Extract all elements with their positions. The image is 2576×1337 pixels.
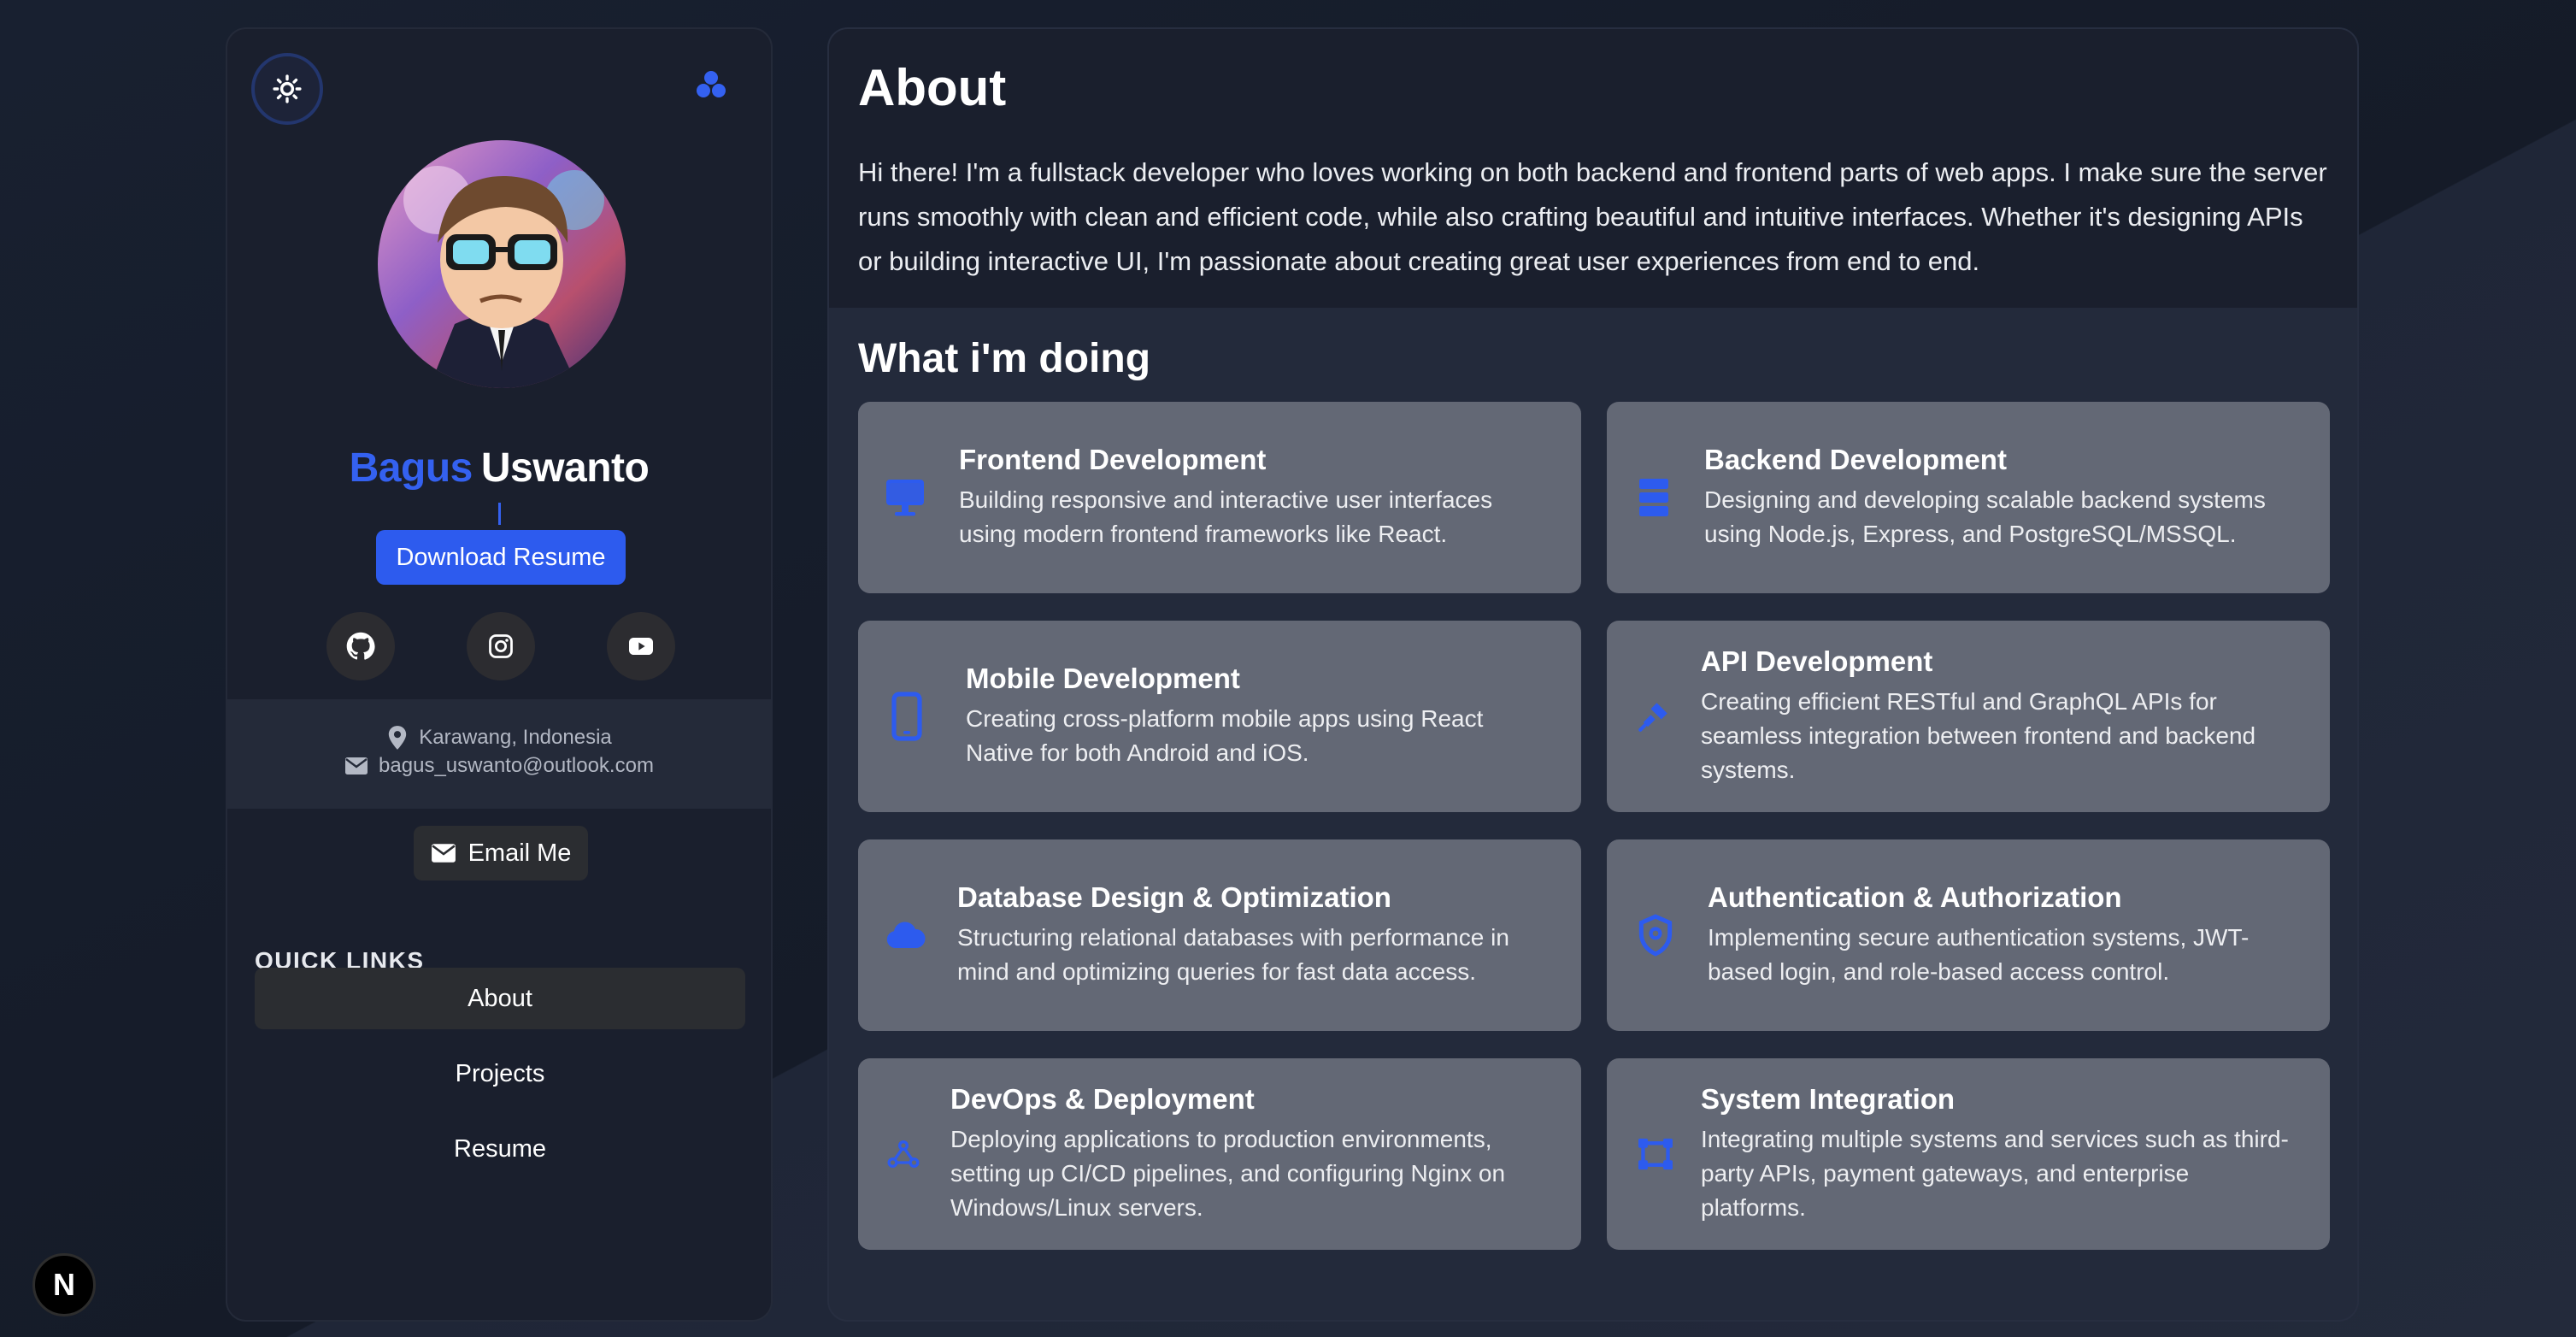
nav-item-about[interactable]: About bbox=[255, 968, 745, 1029]
page-title: About bbox=[858, 59, 1007, 116]
main-content: About Hi there! I'm a fullstack develope… bbox=[827, 27, 2359, 1322]
card-title: Backend Development bbox=[1704, 444, 2007, 475]
youtube-icon bbox=[629, 638, 653, 655]
service-card: DevOps & Deployment Deploying applicatio… bbox=[858, 1058, 1581, 1250]
card-description: Designing and developing scalable backen… bbox=[1704, 486, 2266, 547]
github-link[interactable] bbox=[326, 612, 395, 680]
card-title: Frontend Development bbox=[959, 444, 1267, 475]
card-title: API Development bbox=[1701, 645, 1933, 677]
service-card: Frontend Development Building responsive… bbox=[858, 402, 1581, 593]
download-resume-button[interactable]: Download Resume bbox=[376, 530, 626, 585]
theme-toggle-button[interactable] bbox=[251, 53, 323, 125]
shield-icon bbox=[1634, 914, 1677, 957]
email-row: bagus_uswanto@outlook.com bbox=[227, 754, 771, 778]
plug-icon bbox=[1632, 695, 1675, 738]
card-title: Authentication & Authorization bbox=[1708, 881, 2122, 913]
profile-name: Bagus Uswanto bbox=[227, 445, 771, 492]
nextjs-dev-badge[interactable]: N bbox=[32, 1253, 96, 1316]
social-links bbox=[326, 612, 677, 680]
card-title: DevOps & Deployment bbox=[950, 1083, 1255, 1115]
brand-logo-icon[interactable] bbox=[696, 70, 726, 99]
cloud-icon bbox=[884, 914, 926, 957]
instagram-link[interactable] bbox=[467, 612, 535, 680]
about-text: Hi there! I'm a fullstack developer who … bbox=[858, 157, 2327, 276]
nav-item-projects[interactable]: Projects bbox=[255, 1043, 745, 1104]
card-description: Creating cross-platform mobile apps usin… bbox=[966, 705, 1484, 766]
card-description: Structuring relational databases with pe… bbox=[957, 924, 1509, 985]
service-card: Database Design & Optimization Structuri… bbox=[858, 839, 1581, 1031]
instagram-icon bbox=[489, 634, 513, 658]
envelope-icon bbox=[431, 844, 456, 863]
github-icon bbox=[346, 632, 375, 660]
card-description: Creating efficient RESTful and GraphQL A… bbox=[1701, 688, 2256, 783]
service-card: System Integration Integrating multiple … bbox=[1607, 1058, 2330, 1250]
server-icon bbox=[1632, 476, 1675, 519]
envelope-icon bbox=[345, 757, 368, 775]
youtube-link[interactable] bbox=[607, 612, 675, 680]
service-card: Backend Development Designing and develo… bbox=[1607, 402, 2330, 593]
contact-info: Karawang, Indonesia bagus_uswanto@outloo… bbox=[227, 699, 771, 809]
email-text[interactable]: bagus_uswanto@outlook.com bbox=[379, 754, 654, 778]
monitor-icon bbox=[884, 476, 926, 519]
location-text: Karawang, Indonesia bbox=[419, 726, 612, 749]
nav-item-resume[interactable]: Resume bbox=[255, 1118, 745, 1180]
card-description: Building responsive and interactive user… bbox=[959, 486, 1493, 547]
service-card: Authentication & Authorization Implement… bbox=[1607, 839, 2330, 1031]
about-section: About Hi there! I'm a fullstack develope… bbox=[829, 29, 2357, 308]
last-name: Uswanto bbox=[480, 445, 650, 491]
email-me-label: Email Me bbox=[468, 839, 572, 867]
mobile-icon bbox=[885, 692, 928, 741]
deploy-icon bbox=[882, 1133, 925, 1175]
location-row: Karawang, Indonesia bbox=[227, 725, 771, 751]
location-pin-icon bbox=[389, 726, 407, 750]
profile-sidebar: Bagus Uswanto Download Resume Karawang, … bbox=[226, 27, 773, 1322]
section-title: What i'm doing bbox=[858, 336, 1151, 381]
service-card: Mobile Development Creating cross-platfo… bbox=[858, 621, 1581, 812]
card-description: Implementing secure authentication syste… bbox=[1708, 924, 2250, 985]
email-me-button[interactable]: Email Me bbox=[414, 826, 588, 881]
card-description: Integrating multiple systems and service… bbox=[1701, 1126, 2289, 1221]
typing-cursor bbox=[498, 503, 501, 525]
card-title: System Integration bbox=[1701, 1083, 1956, 1115]
service-card: API Development Creating efficient RESTf… bbox=[1607, 621, 2330, 812]
integration-icon bbox=[1634, 1133, 1677, 1175]
avatar bbox=[378, 140, 626, 388]
card-title: Database Design & Optimization bbox=[957, 881, 1391, 913]
card-description: Deploying applications to production env… bbox=[950, 1126, 1506, 1221]
sun-icon bbox=[273, 74, 302, 103]
first-name: Bagus bbox=[349, 445, 473, 491]
card-title: Mobile Development bbox=[966, 663, 1240, 694]
